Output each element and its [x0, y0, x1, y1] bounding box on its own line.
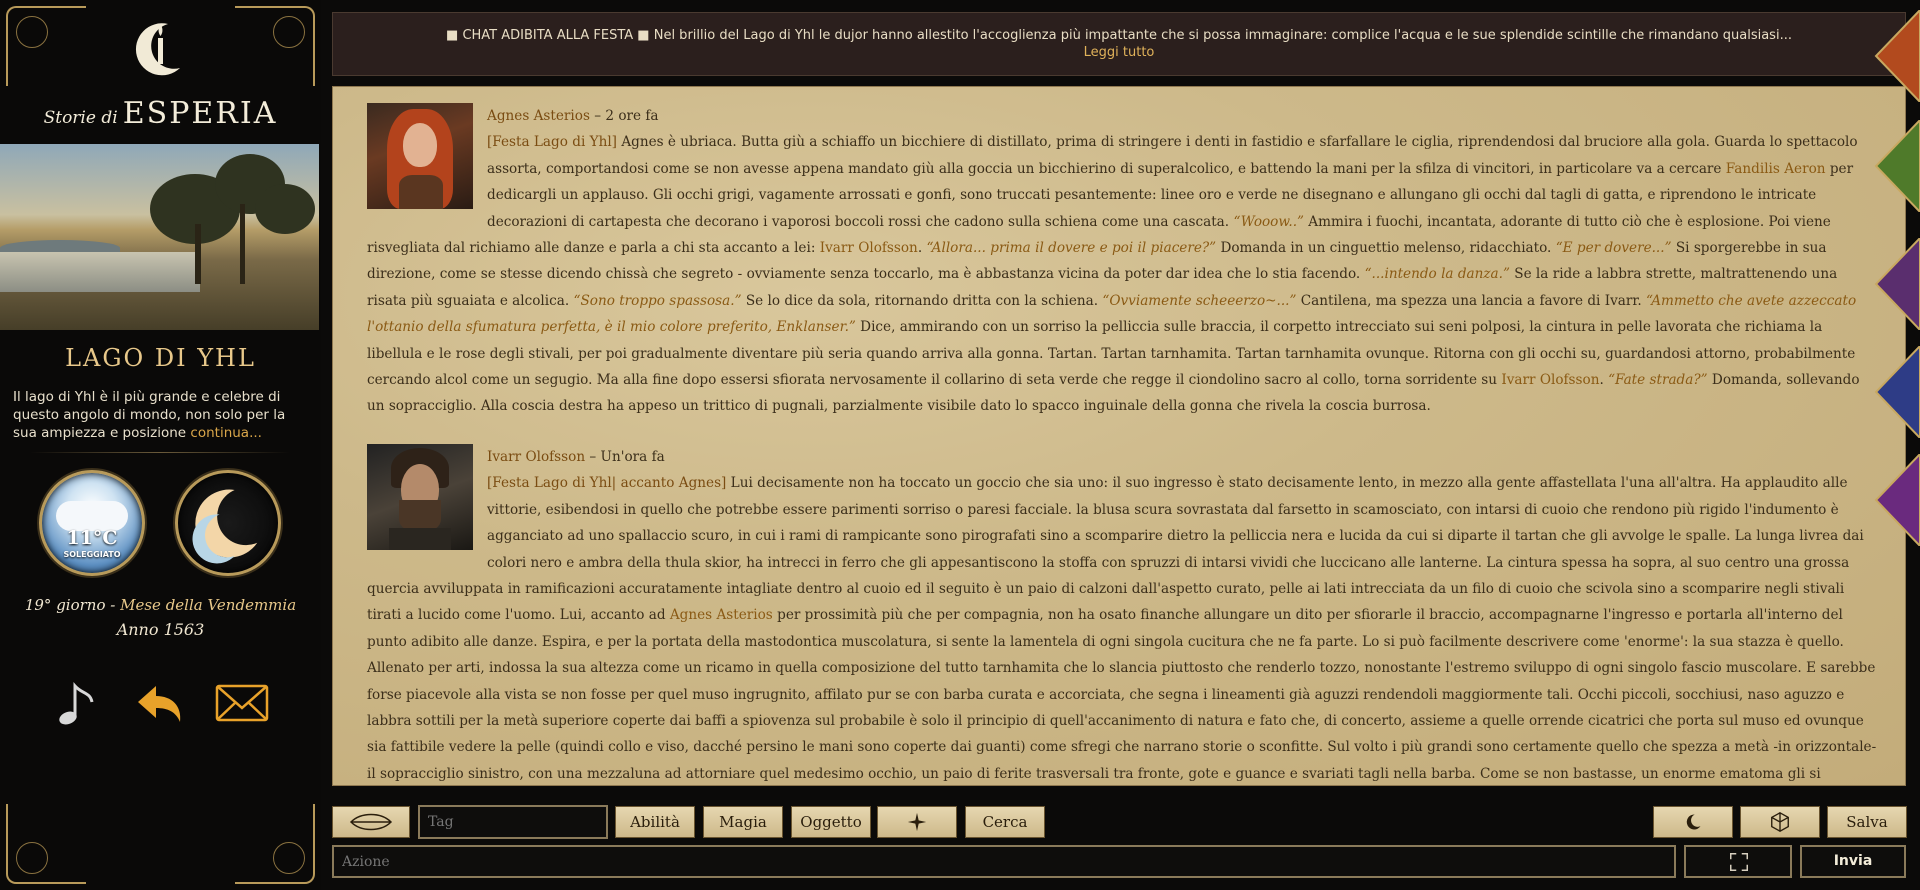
salva-button[interactable]: Salva — [1827, 806, 1907, 838]
narration-text: Agnes è ubriaca. Butta giù a schiaffo un… — [487, 134, 1858, 177]
nav-tab-1[interactable] — [1874, 10, 1920, 102]
moon-icon — [1686, 814, 1701, 830]
calendar-day: 19° giorno - — [24, 596, 121, 614]
speech-text: “Wooow..” — [1233, 213, 1304, 230]
narration-text: Se lo dice da sola, ritornando dritta co… — [741, 292, 1103, 309]
narration-text: Lui decisamente non ha toccato un goccio… — [367, 475, 1864, 624]
moon-phase-icon — [192, 489, 258, 564]
post-tag: [Festa Lago di Yhl] — [487, 134, 617, 151]
avatar[interactable] — [367, 444, 473, 550]
news-text: ■ CHAT ADIBITA ALLA FESTA ■ Nel brillio … — [446, 28, 1792, 43]
post-author[interactable]: Agnes Asterios — [487, 108, 590, 124]
expand-icon — [1730, 853, 1748, 871]
narration-text: per prossimità più che per compagnia, no… — [367, 607, 1877, 782]
news-banner: ■ CHAT ADIBITA ALLA FESTA ■ Nel brillio … — [332, 12, 1906, 76]
nav-tab-3[interactable] — [1874, 238, 1920, 330]
post-tag: [Festa Lago di Yhl| accanto Agnes] — [487, 475, 727, 492]
location-landscape-image — [0, 144, 319, 330]
divider — [30, 452, 290, 453]
back-arrow-icon[interactable] — [132, 678, 188, 728]
cerca-button[interactable]: Cerca — [965, 806, 1045, 838]
compass-star-icon — [907, 812, 927, 832]
post-time: – 2 ore fa — [589, 108, 659, 124]
calendar-year: Anno 1563 — [116, 620, 205, 639]
send-button[interactable]: Invia — [1800, 845, 1906, 878]
nav-tab-2[interactable] — [1874, 120, 1920, 212]
corner-ornament — [235, 804, 315, 884]
character-link[interactable]: Ivarr Olofsson — [1501, 372, 1599, 388]
speech-text: “Fate strada?” — [1608, 372, 1708, 389]
character-link[interactable]: Ivarr Olofsson — [820, 240, 918, 256]
moon-phase-orb[interactable] — [175, 470, 281, 576]
logo-big-text: ESPERIA — [122, 96, 278, 131]
post-author[interactable]: Ivarr Olofsson — [487, 449, 585, 465]
character-link[interactable]: Agnes Asterios — [670, 607, 773, 623]
calendar-month: Mese della Vendemmia — [120, 596, 297, 614]
action-input[interactable] — [332, 845, 1676, 878]
post-body: Agnes è ubriaca. Butta giù a schiaffo un… — [367, 134, 1860, 414]
narration-text: Domanda in un cinguettio melenso, ridacc… — [1216, 240, 1556, 257]
site-logo[interactable]: Storie di ESPERIA — [0, 96, 321, 131]
nav-tab-5[interactable] — [1874, 454, 1920, 546]
weather-condition: SOLEGGIATO — [63, 550, 121, 559]
avatar[interactable] — [367, 103, 473, 209]
candle-moon-logo-icon[interactable] — [128, 16, 192, 80]
magia-button[interactable]: Magia — [703, 806, 783, 838]
leaf-button[interactable] — [332, 806, 410, 838]
location-continue-link[interactable]: continua... — [190, 425, 262, 441]
corner-ornament — [6, 6, 86, 86]
sidebar: Storie di ESPERIA LAGO DI YHL Il lago di… — [0, 0, 321, 890]
weather-temperature: 11°C — [66, 527, 118, 549]
location-description: Il lago di Yhl è il più grande e celebre… — [13, 388, 309, 442]
mail-icon[interactable] — [214, 678, 270, 728]
location-title: LAGO DI YHL — [65, 344, 256, 372]
music-note-icon[interactable] — [50, 678, 106, 728]
moon-button[interactable] — [1653, 806, 1733, 838]
calendar-date: 19° giorno - Mese della Vendemmia — [0, 596, 321, 614]
leaf-icon — [349, 813, 393, 831]
weather-orb[interactable]: 11°C SOLEGGIATO — [39, 470, 145, 576]
speech-text: “Allora... prima il dovere e poi il piac… — [926, 240, 1217, 257]
logo-small-text: Storie di — [43, 108, 118, 128]
chat-log[interactable]: Agnes Asterios – 2 ore fa [Festa Lago di… — [332, 86, 1906, 786]
dice-button[interactable] — [1740, 806, 1820, 838]
abilita-button[interactable]: Abilità — [615, 806, 695, 838]
speech-text: “Ovviamente scheeerzo~...” — [1102, 292, 1297, 309]
expand-button[interactable] — [1684, 845, 1792, 878]
narration-text: . — [1599, 372, 1609, 389]
dice-icon — [1771, 812, 1789, 832]
tag-input[interactable] — [418, 805, 608, 839]
star-button[interactable] — [877, 806, 957, 838]
news-read-more-link[interactable]: Leggi tutto — [333, 44, 1905, 61]
post-body: Lui decisamente non ha toccato un goccio… — [367, 475, 1877, 785]
chat-post: Agnes Asterios – 2 ore fa [Festa Lago di… — [367, 103, 1877, 420]
speech-text: “Sono troppo spassosa.” — [573, 292, 742, 309]
character-link[interactable]: Fandilis Aeron — [1726, 161, 1826, 177]
speech-text: “E per dovere...” — [1555, 240, 1672, 257]
post-time: – Un'ora fa — [585, 449, 665, 465]
chat-post: Ivarr Olofsson – Un'ora fa [Festa Lago d… — [367, 444, 1877, 785]
corner-ornament — [6, 804, 86, 884]
corner-ornament — [235, 6, 315, 86]
nav-tab-4[interactable] — [1874, 346, 1920, 438]
speech-text: “...intendo la danza.” — [1364, 266, 1510, 283]
narration-text: Cantilena, ma spezza una lancia a favore… — [1296, 292, 1647, 309]
oggetto-button[interactable]: Oggetto — [791, 806, 871, 838]
